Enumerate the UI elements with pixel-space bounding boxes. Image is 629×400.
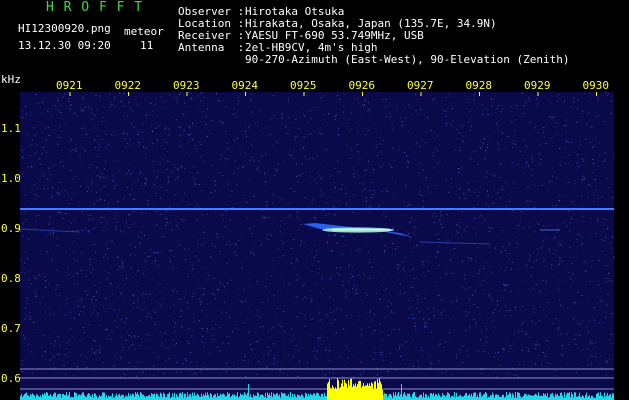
spectrogram-plot bbox=[20, 92, 614, 400]
freq-tick-label: 0.9 bbox=[1, 222, 21, 235]
freq-tick-label: 1.0 bbox=[1, 172, 21, 185]
freq-tick-label: 0.8 bbox=[1, 272, 21, 285]
time-tick-label: 0928 bbox=[465, 79, 493, 92]
freq-tick-label: 0.6 bbox=[1, 372, 21, 385]
faint-streak bbox=[419, 241, 491, 245]
meteor-echo-core bbox=[332, 229, 390, 231]
spectrogram-canvas bbox=[20, 92, 614, 400]
freq-tick-label: 1.1 bbox=[1, 122, 21, 135]
time-tick-label: 0925 bbox=[290, 79, 317, 92]
faint-streak bbox=[20, 228, 81, 233]
antenna-label: Antenna : bbox=[178, 41, 245, 54]
carrier-line bbox=[20, 208, 614, 210]
time-tick-label: 0921 bbox=[56, 79, 83, 92]
meteor-count: 11 bbox=[140, 39, 154, 52]
time-tick-label: 0923 bbox=[173, 79, 200, 92]
meteor-label: meteor bbox=[124, 25, 164, 38]
app-title: H R O F F T bbox=[46, 0, 144, 15]
noise-field bbox=[20, 92, 614, 378]
spectrogram-screen: H R O F F T HI12300920.png 13.12.30 09:2… bbox=[0, 0, 629, 400]
freq-tick-label: 0.7 bbox=[1, 322, 21, 335]
time-tick-label: 0924 bbox=[231, 79, 259, 92]
antenna-value-2: 90-270-Azimuth (East-West), 90-Elevation… bbox=[245, 53, 570, 66]
file-datetime: 13.12.30 09:20 bbox=[18, 39, 111, 52]
time-tick-label: 0927 bbox=[407, 79, 434, 92]
freq-unit-label: kHz bbox=[1, 73, 21, 86]
time-tick-label: 0930 bbox=[582, 79, 610, 92]
time-tick-label: 0929 bbox=[524, 79, 551, 92]
time-tick-label: 0922 bbox=[114, 79, 142, 92]
time-tick-label: 0926 bbox=[348, 79, 376, 92]
file-name: HI12300920.png bbox=[18, 22, 111, 35]
